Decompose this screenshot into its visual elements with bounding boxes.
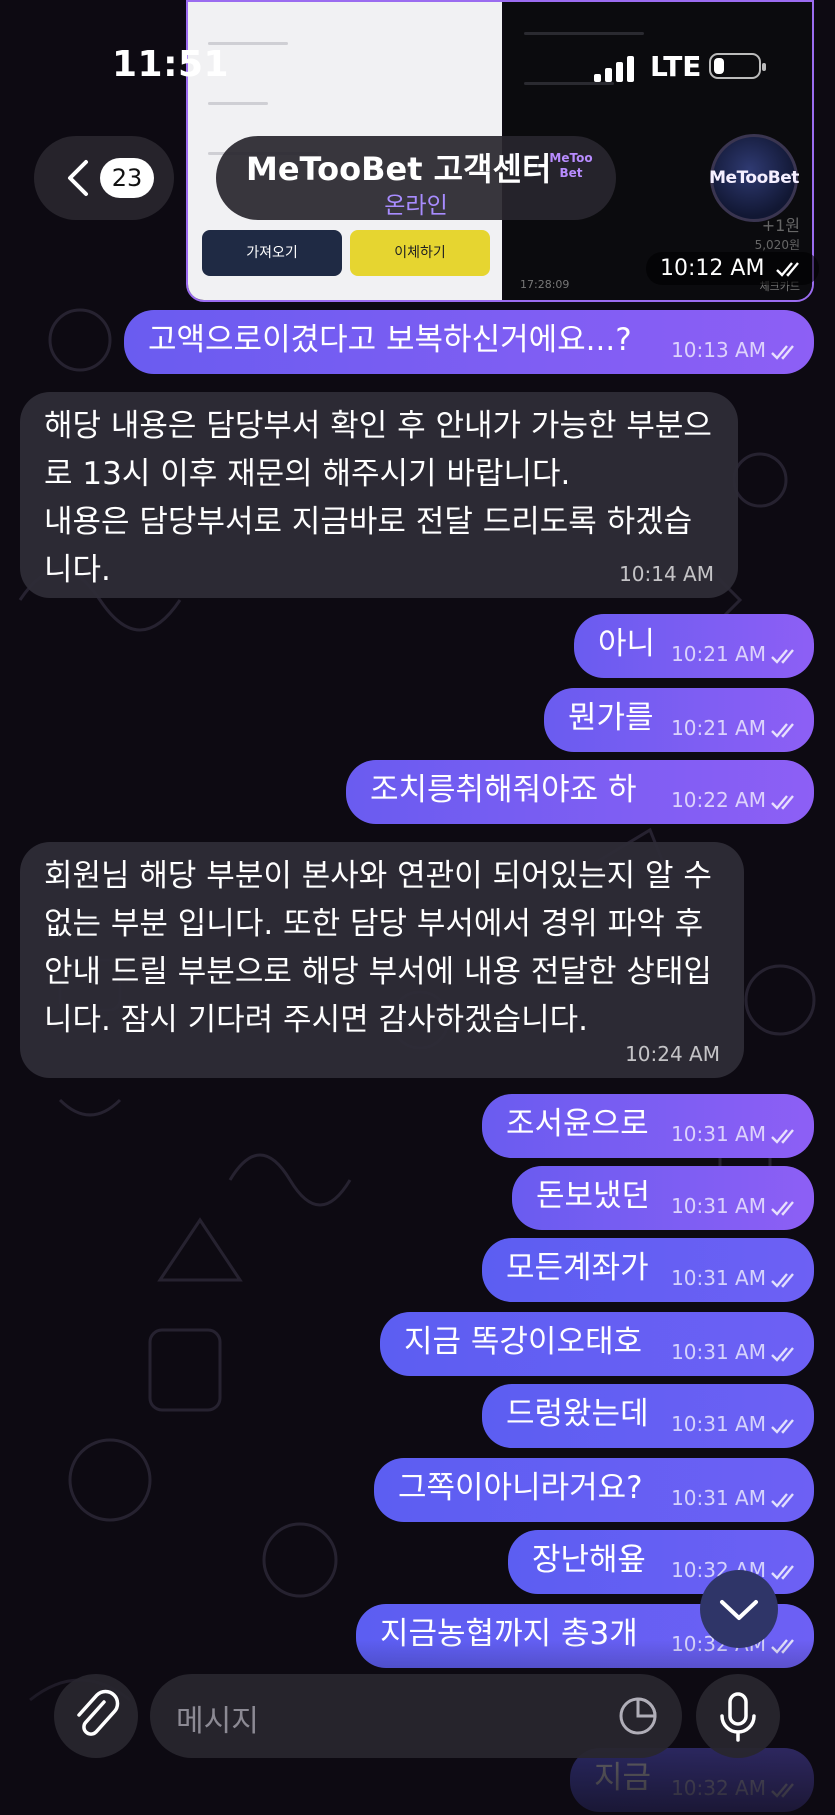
- read-ticks-icon: [771, 1346, 794, 1362]
- paperclip-icon: [77, 1689, 120, 1736]
- message-text: 그쪽이아니라거요?: [398, 1470, 643, 1506]
- read-ticks-icon: [771, 1272, 794, 1288]
- message-text: 지금 똑강이오태호: [404, 1324, 643, 1360]
- message-timestamp: 10:31 AM: [671, 1122, 800, 1146]
- outgoing-message[interactable]: 모든계좌가 10:31 AM: [482, 1238, 814, 1302]
- message-text: 조치릉취해줘야죠 하: [370, 772, 637, 808]
- message-text: 아니: [598, 626, 656, 662]
- attach-button[interactable]: [54, 1674, 138, 1758]
- read-ticks-icon: [771, 1128, 794, 1144]
- message-timestamp: 10:22 AM: [671, 788, 800, 812]
- network-type: LTE: [650, 50, 702, 83]
- message-timestamp: 10:24 AM: [625, 1042, 720, 1066]
- outgoing-message[interactable]: 드렁왔는데 10:31 AM: [482, 1384, 814, 1448]
- incoming-message[interactable]: 해당 내용은 담당부서 확인 후 안내가 가능한 부분으로 13시 이후 재문의…: [20, 392, 738, 598]
- message-timestamp: 10:21 AM: [671, 716, 800, 740]
- read-ticks-icon: [771, 1200, 794, 1216]
- status-time: 11:51: [112, 44, 230, 85]
- metoo-badge-icon: MeToo Bet: [549, 151, 592, 180]
- chevron-down-icon: [720, 1600, 758, 1620]
- read-ticks-icon: [771, 344, 794, 360]
- message-text: 회원님 해당 부분이 본사와 연관이 되어있는지 알 수 없는 부분 입니다. …: [44, 858, 712, 1038]
- screenshot-balance: 5,020원: [754, 238, 800, 252]
- message-timestamp: 10:21 AM: [671, 642, 800, 666]
- message-timestamp: 10:31 AM: [671, 1486, 800, 1510]
- outgoing-message[interactable]: 아니 10:21 AM: [574, 614, 814, 678]
- message-text: 조서윤으로: [506, 1106, 649, 1142]
- screenshot-button-left: 가져오기: [202, 230, 342, 276]
- outgoing-message[interactable]: 조치릉취해줘야죠 하 10:22 AM: [346, 760, 814, 824]
- message-text: 해당 내용은 담당부서 확인 후 안내가 가능한 부분으로 13시 이후 재문의…: [44, 408, 712, 588]
- microphone-button[interactable]: [696, 1674, 780, 1758]
- read-ticks-icon: [771, 794, 794, 810]
- chevron-left-icon: [68, 160, 88, 196]
- read-ticks-icon: [771, 1492, 794, 1508]
- message-timestamp: 10:14 AM: [619, 562, 714, 586]
- outgoing-message[interactable]: 고액으로이겼다고 보복하신거에요...? 10:13 AM: [124, 310, 814, 374]
- chat-title-pill[interactable]: MeTooBet 고객센터 MeToo Bet 온라인: [216, 136, 616, 220]
- read-ticks-icon: [771, 722, 794, 738]
- avatar-label: MeTooBet: [709, 168, 799, 188]
- message-timestamp: 10:31 AM: [671, 1412, 800, 1436]
- signal-strength-icon: [594, 56, 634, 82]
- svg-text:MeToo: MeToo: [549, 151, 592, 165]
- message-text: 모든계좌가: [506, 1250, 649, 1286]
- battery-icon: [709, 53, 766, 79]
- screenshot-button-right: 이체하기: [350, 230, 490, 276]
- message-text: 고액으로이겼다고 보복하신거에요...?: [148, 322, 632, 358]
- read-ticks-icon: [771, 648, 794, 664]
- message-text: 뭔가를: [568, 700, 654, 736]
- screenshot-time: 17:28:09: [520, 278, 570, 291]
- message-timestamp: 10:31 AM: [671, 1340, 800, 1364]
- outgoing-message[interactable]: 조서윤으로 10:31 AM: [482, 1094, 814, 1158]
- outgoing-message[interactable]: 지금 똑강이오태호 10:31 AM: [380, 1312, 814, 1376]
- read-ticks-icon: [771, 1418, 794, 1434]
- sticker-icon[interactable]: [616, 1694, 660, 1738]
- message-input-placeholder: 메시지: [176, 1704, 259, 1739]
- message-input[interactable]: 메시지: [150, 1674, 682, 1758]
- unread-count-badge: 23: [100, 158, 154, 198]
- media-timestamp: 10:12 AM: [646, 252, 820, 285]
- message-text: 돈보냈던: [536, 1178, 651, 1214]
- message-timestamp: 10:31 AM: [671, 1266, 800, 1290]
- read-ticks-icon: [776, 262, 800, 277]
- incoming-message[interactable]: 회원님 해당 부분이 본사와 연관이 되어있는지 알 수 없는 부분 입니다. …: [20, 842, 744, 1078]
- chat-avatar[interactable]: MeTooBet: [709, 134, 799, 222]
- outgoing-message[interactable]: 그쪽이아니라거요? 10:31 AM: [374, 1458, 814, 1522]
- message-timestamp: 10:13 AM: [671, 338, 800, 362]
- microphone-icon: [720, 1692, 756, 1742]
- outgoing-message[interactable]: 돈보냈던 10:31 AM: [512, 1166, 814, 1230]
- back-button[interactable]: 23: [34, 136, 174, 220]
- message-text: 장난해욮: [532, 1542, 647, 1578]
- svg-text:Bet: Bet: [559, 166, 582, 180]
- message-timestamp: 10:31 AM: [671, 1194, 800, 1218]
- scroll-to-bottom-button[interactable]: [700, 1570, 778, 1648]
- message-text: 드렁왔는데: [506, 1396, 649, 1432]
- outgoing-message[interactable]: 뭔가를 10:21 AM: [544, 688, 814, 752]
- chat-online-status: 온라인: [384, 193, 448, 219]
- chat-title: MeTooBet 고객센터: [246, 150, 552, 188]
